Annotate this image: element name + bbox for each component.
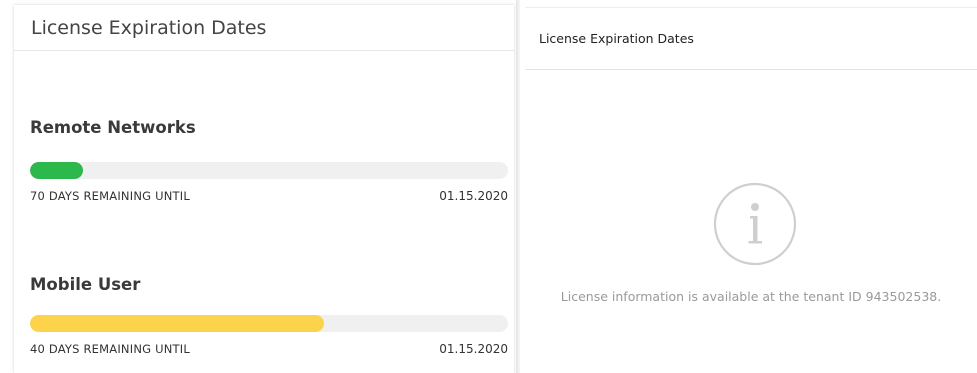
panel-divider [516,0,520,373]
expiration-date: 01.15.2020 [439,189,508,203]
info-message: License information is available at the … [560,289,942,304]
license-expiration-card: License Expiration Dates Remote Networks… [14,5,514,373]
progress-track [30,315,508,332]
license-remote-networks: Remote Networks 70 DAYS REMAINING UNTIL … [30,118,508,203]
progress-info-row: 70 DAYS REMAINING UNTIL 01.15.2020 [30,189,508,203]
info-circle-icon [713,182,797,266]
license-name: Remote Networks [30,118,196,137]
license-mobile-user: Mobile User 40 DAYS REMAINING UNTIL 01.1… [30,275,508,356]
card-header: License Expiration Dates [14,5,514,51]
license-info-card: License Expiration Dates License informa… [525,7,977,373]
progress-fill [30,315,324,332]
card-header: License Expiration Dates [525,8,977,70]
progress-track [30,162,508,179]
card-title: License Expiration Dates [539,31,694,46]
license-name: Mobile User [30,275,141,294]
license-dashboard: License Expiration Dates Remote Networks… [0,0,977,373]
days-remaining-label: 70 DAYS REMAINING UNTIL [30,189,190,203]
progress-fill [30,162,83,179]
card-title: License Expiration Dates [31,16,267,39]
progress-info-row: 40 DAYS REMAINING UNTIL 01.15.2020 [30,342,508,356]
expiration-date: 01.15.2020 [439,342,508,356]
days-remaining-label: 40 DAYS REMAINING UNTIL [30,342,190,356]
